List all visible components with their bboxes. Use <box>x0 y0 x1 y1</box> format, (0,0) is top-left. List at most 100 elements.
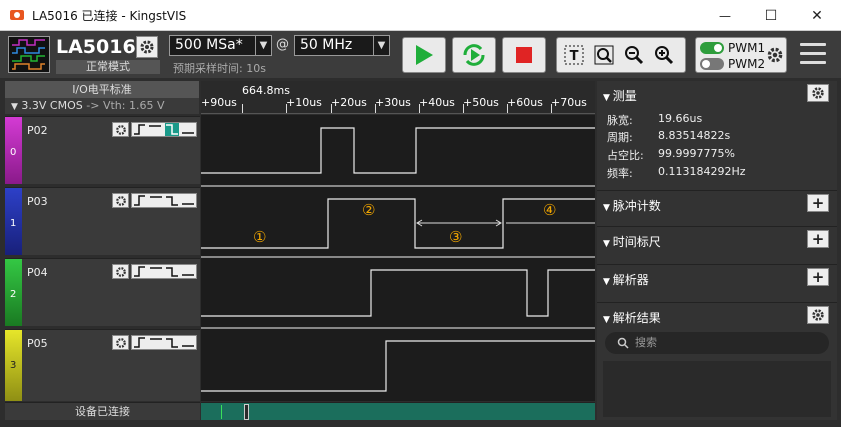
channel-settings-button[interactable] <box>112 193 129 208</box>
rising-edge-trigger-icon[interactable] <box>134 266 146 277</box>
pulse-count-section: ▼ 脉冲计数 + <box>597 190 837 226</box>
measure-label: 占空比: <box>607 149 644 162</box>
channel-row-0[interactable]: 0 P02 <box>5 116 200 184</box>
time-tool-button[interactable]: T <box>563 44 585 66</box>
loop-play-icon <box>463 44 485 66</box>
channel-index: 3 <box>10 360 17 371</box>
channel-row-3[interactable]: 3 P05 <box>5 329 200 401</box>
pwm1-label: PWM1 <box>728 41 766 55</box>
zoom-tool-group: T <box>556 37 686 73</box>
rising-edge-trigger-icon[interactable] <box>134 337 146 348</box>
zoom-out-button[interactable] <box>623 44 645 66</box>
device-waveform-icon[interactable] <box>8 36 50 73</box>
sample-rate-select[interactable]: 500 MSa* ▼ <box>169 35 272 56</box>
stop-button[interactable] <box>502 37 546 73</box>
zoom-area-button[interactable] <box>593 44 615 66</box>
low-level-trigger-icon[interactable] <box>182 266 194 277</box>
measure-label: 频率: <box>607 167 633 180</box>
high-level-trigger-icon[interactable] <box>150 337 162 348</box>
marker-1: ① <box>253 228 267 246</box>
zoom-area-icon <box>594 45 614 65</box>
measure-duty-cycle: 占空比: 99.9997775% <box>607 147 735 163</box>
channel-settings-button[interactable] <box>112 335 129 350</box>
rising-edge-trigger-icon[interactable] <box>134 195 146 206</box>
falling-edge-trigger-icon[interactable] <box>166 266 178 277</box>
svg-text:T: T <box>570 49 579 64</box>
start-button[interactable] <box>402 37 446 73</box>
hamburger-menu-icon[interactable] <box>800 43 826 67</box>
channel-name: P05 <box>27 337 48 350</box>
gear-icon <box>115 337 126 348</box>
waveform-p02 <box>201 127 595 174</box>
minimize-button[interactable]: — <box>702 0 748 31</box>
low-level-trigger-icon[interactable] <box>182 337 194 348</box>
pulse-count-title[interactable]: ▼ 脉冲计数 <box>603 197 661 214</box>
analyzer-text: 解析器 <box>612 273 649 287</box>
channel-row-2[interactable]: 2 P04 <box>5 258 200 326</box>
channel-settings-button[interactable] <box>112 264 129 279</box>
ruler-tick-label: +50us <box>463 96 499 109</box>
time-ruler[interactable]: 664.8ms +90us +10us +20us +30us +40us +5… <box>201 81 595 114</box>
loop-start-button[interactable] <box>452 37 496 73</box>
pulse-count-text: 脉冲计数 <box>612 199 661 213</box>
channel-settings-button[interactable] <box>112 122 129 137</box>
channel-tools <box>112 335 197 350</box>
triangle-down-icon: ▼ <box>603 277 613 287</box>
ruler-tick-label: +60us <box>507 96 543 109</box>
time-marker-text: 时间标尺 <box>612 235 661 249</box>
waveform-area[interactable]: ① ② ③ ④ <box>201 115 595 401</box>
trigger-selector[interactable] <box>131 335 197 350</box>
add-time-marker-button[interactable]: + <box>807 230 829 248</box>
zoom-in-button[interactable] <box>653 44 675 66</box>
close-button[interactable]: ✕ <box>794 0 840 31</box>
falling-edge-trigger-icon[interactable] <box>166 337 178 348</box>
channel-row-1[interactable]: 1 P03 <box>5 187 200 255</box>
pwm1-switch[interactable] <box>700 42 724 54</box>
low-level-trigger-icon[interactable] <box>182 195 194 206</box>
pwm2-switch[interactable] <box>700 58 724 70</box>
maximize-button[interactable]: ☐ <box>748 0 794 31</box>
time-marker-title[interactable]: ▼ 时间标尺 <box>603 233 661 250</box>
high-level-trigger-icon[interactable] <box>150 195 162 206</box>
overview-handle[interactable] <box>244 404 249 420</box>
pwm1-toggle[interactable]: PWM1 <box>700 41 765 55</box>
measure-period: 周期: 8.83514822s <box>607 129 730 145</box>
high-level-trigger-icon[interactable] <box>149 124 162 135</box>
lane-divider <box>201 327 595 329</box>
time-marker-section: ▼ 时间标尺 + <box>597 226 837 264</box>
play-icon <box>416 45 433 65</box>
overview-scrollbar[interactable] <box>201 402 595 420</box>
ruler-tick <box>419 104 420 113</box>
search-input[interactable]: 搜索 <box>605 332 829 354</box>
trigger-selector[interactable] <box>131 122 197 137</box>
channel-name: P02 <box>27 124 48 137</box>
falling-edge-trigger-icon[interactable] <box>164 123 179 136</box>
rising-edge-trigger-icon[interactable] <box>133 124 146 135</box>
pwm2-toggle[interactable]: PWM2 <box>700 57 765 71</box>
gear-icon <box>115 124 126 135</box>
measure-settings-button[interactable] <box>807 84 829 102</box>
predicted-sampling-time: 预期采样时间: 10s <box>173 62 266 75</box>
pwm-settings-button[interactable] <box>766 46 784 68</box>
device-settings-button[interactable] <box>136 36 158 58</box>
trigger-selector[interactable] <box>131 193 197 208</box>
close-icon: ✕ <box>811 7 823 24</box>
falling-edge-trigger-icon[interactable] <box>166 195 178 206</box>
add-pulse-count-button[interactable]: + <box>807 194 829 212</box>
plus-icon: + <box>811 230 825 248</box>
measure-title[interactable]: ▼ 测量 <box>603 87 637 104</box>
kingst-logo-icon <box>10 10 24 20</box>
results-list[interactable] <box>603 361 831 417</box>
trigger-selector[interactable] <box>131 264 197 279</box>
measure-pulse-width: 脉宽: 19.66us <box>607 112 702 128</box>
add-analyzer-button[interactable]: + <box>807 268 829 286</box>
measure-section: ▼ 测量 脉宽: 19.66us 周期: 8.83514822s 占空比: 99.99… <box>597 81 837 188</box>
results-title[interactable]: ▼ 解析结果 <box>603 309 661 326</box>
analyzer-title[interactable]: ▼ 解析器 <box>603 271 649 288</box>
low-level-trigger-icon[interactable] <box>182 124 195 135</box>
high-level-trigger-icon[interactable] <box>150 266 162 277</box>
results-settings-button[interactable] <box>807 306 829 324</box>
channel-index: 2 <box>10 289 17 300</box>
sample-depth-select[interactable]: 50 MHz ▼ <box>294 35 390 56</box>
io-level-select[interactable]: ▼ 3.3V CMOS -> Vth: 1.65 V <box>5 98 199 114</box>
